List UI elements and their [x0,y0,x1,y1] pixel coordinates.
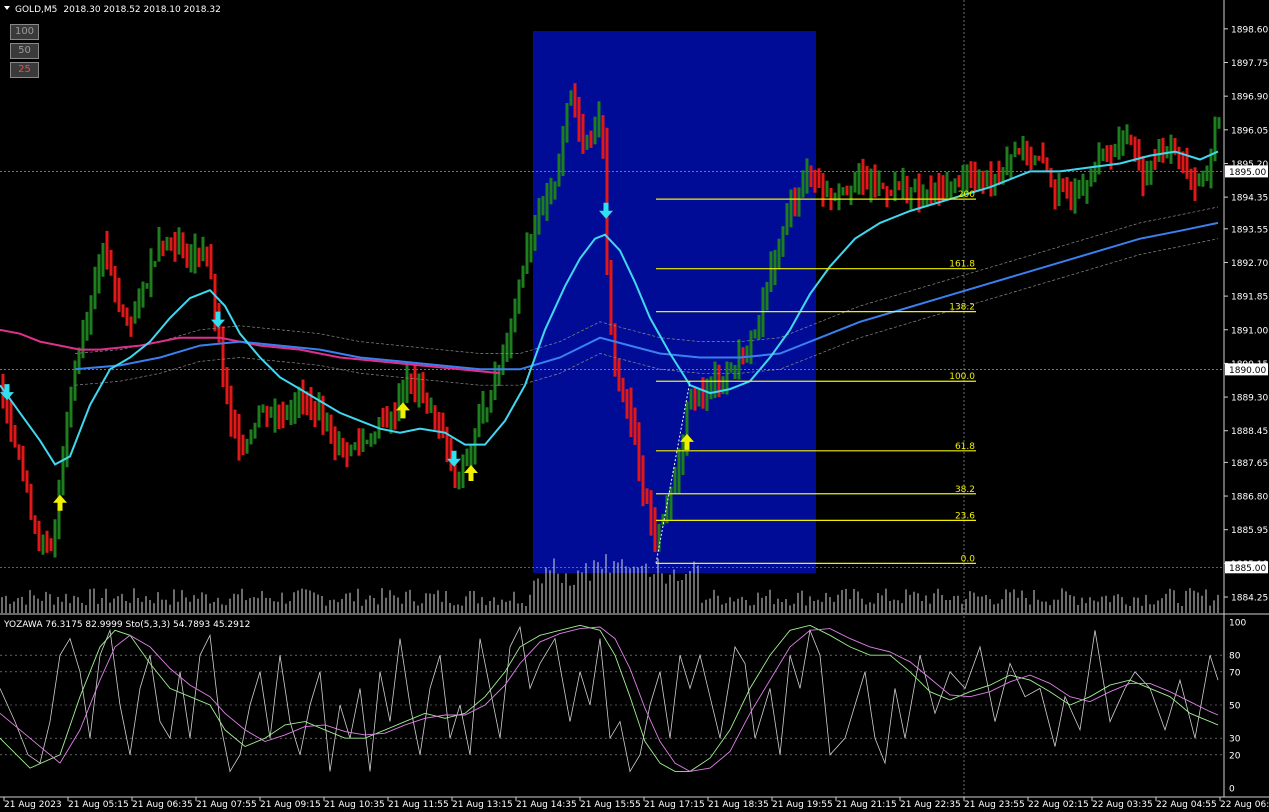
ohlc-label: 2018.30 2018.52 2018.10 2018.32 [63,5,220,15]
price-tick-label: 1896.90 [1231,93,1268,103]
time-tick-label: 21 Aug 06:35 [132,800,193,810]
time-tick-label: 21 Aug 10:35 [324,800,385,810]
osc-tick-label: 20 [1229,751,1241,761]
osc-tick-label: 80 [1229,652,1241,662]
price-tick-label: 1884.25 [1231,594,1268,604]
price-tick-label: 1896.05 [1231,126,1268,136]
price-marker-label: 1895.00 [1229,168,1266,178]
fib-label: 38.2 [955,485,975,495]
price-tick-label: 1891.00 [1231,326,1268,336]
price-tick-label: 1886.80 [1231,493,1268,503]
time-tick-label: 21 Aug 09:15 [260,800,321,810]
price-tick-label: 1898.60 [1231,25,1268,35]
symbol-label: GOLD,M5 [15,5,57,15]
zoom-25-button[interactable]: 25 [10,62,39,78]
zoom-50-button[interactable]: 50 [10,43,39,59]
time-tick-label: 21 Aug 22:35 [900,800,961,810]
time-tick-label: 21 Aug 05:15 [68,800,129,810]
osc-tick-label: 0 [1229,785,1235,795]
time-tick-label: 21 Aug 15:55 [580,800,641,810]
time-tick-label: 21 Aug 23:55 [964,800,1025,810]
fib-label: 61.8 [955,442,975,452]
oscillator-label: YOZAWA 76.3175 82.9999 Sto(5,3,3) 54.789… [3,620,250,630]
time-tick-label: 21 Aug 19:55 [772,800,833,810]
time-tick-label: 22 Aug 04:55 [1156,800,1217,810]
chart-canvas: 200161.8138.2100.061.838.223.60.0 1898.6… [0,0,1269,812]
price-tick-label: 1889.30 [1231,394,1268,404]
osc-tick-label: 70 [1229,668,1241,678]
fib-label: 23.6 [955,511,975,521]
time-tick-label: 21 Aug 11:55 [388,800,449,810]
osc-tick-label: 50 [1229,702,1241,712]
time-tick-label: 21 Aug 2023 [4,800,62,810]
time-tick-label: 21 Aug 07:55 [196,800,257,810]
price-marker-label: 1890.00 [1229,366,1266,376]
time-tick-label: 21 Aug 18:35 [708,800,769,810]
time-tick-label: 22 Aug 03:35 [1092,800,1153,810]
time-tick-label: 21 Aug 21:15 [836,800,897,810]
price-tick-label: 1894.35 [1231,194,1268,204]
price-marker-label: 1885.00 [1229,564,1266,574]
chart-header: GOLD,M5 2018.30 2018.52 2018.10 2018.32 [15,5,221,15]
zoom-100-button[interactable]: 100 [10,24,39,40]
fib-label: 100.0 [949,372,975,382]
time-tick-label: 21 Aug 13:15 [452,800,513,810]
fib-label: 138.2 [949,303,975,313]
fib-label: 200 [958,190,975,200]
price-tick-label: 1885.95 [1231,526,1268,536]
price-tick-label: 1887.65 [1231,459,1268,469]
time-tick-label: 22 Aug 06:15 [1220,800,1269,810]
price-tick-label: 1893.55 [1231,225,1268,235]
osc-tick-label: 100 [1229,619,1246,629]
fib-label: 161.8 [949,260,975,270]
price-tick-label: 1892.70 [1231,259,1268,269]
price-tick-label: 1897.75 [1231,59,1268,69]
time-tick-label: 21 Aug 14:35 [516,800,577,810]
fib-label: 0.0 [961,554,976,564]
price-tick-label: 1888.45 [1231,427,1268,437]
trading-chart: 200 161.8 138.2 100.0 61.8 38.2 23.6 0.0 1898.6… [0,0,1269,812]
osc-tick-label: 30 [1229,735,1241,745]
price-tick-label: 1891.85 [1231,293,1268,303]
time-tick-label: 21 Aug 17:15 [644,800,705,810]
time-tick-label: 22 Aug 02:15 [1028,800,1089,810]
